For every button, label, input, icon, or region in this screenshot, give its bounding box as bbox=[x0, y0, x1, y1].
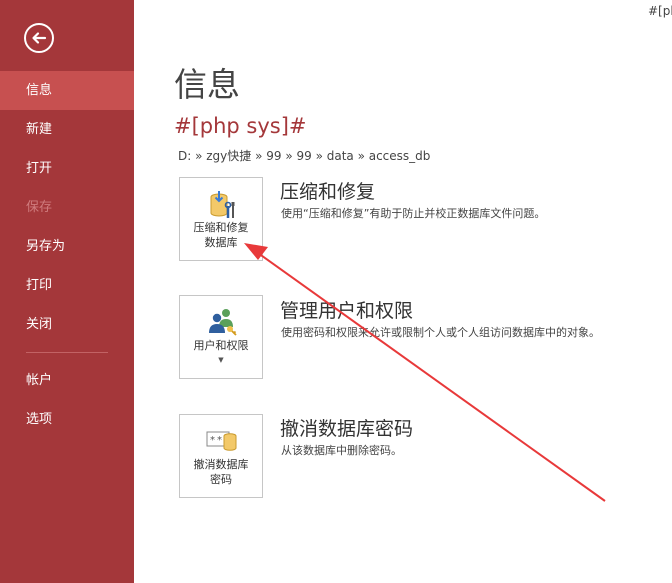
annotation-arrow bbox=[244, 243, 606, 502]
